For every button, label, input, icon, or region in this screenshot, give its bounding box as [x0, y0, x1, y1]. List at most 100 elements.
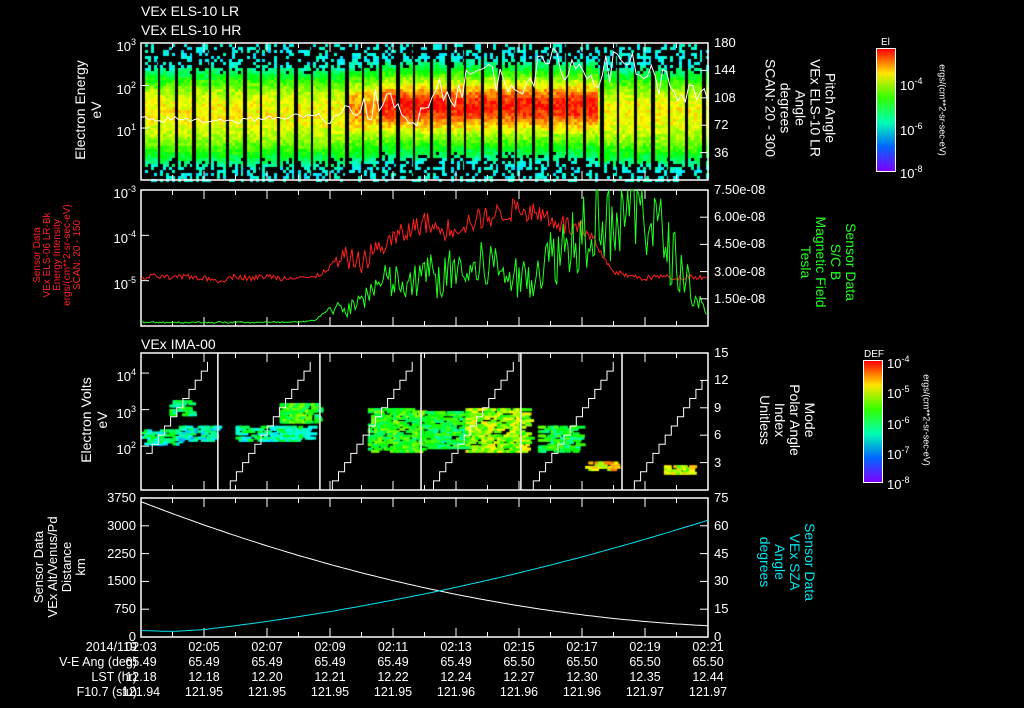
colorbar1-tick-label-exponent: -8: [914, 164, 923, 174]
right-tick-label-text: 36: [714, 144, 729, 160]
right-tick-label: 108: [714, 91, 736, 104]
right-tick-label-text: 75: [714, 490, 729, 505]
axis-title-line: VEx Alt/Venus/Pd: [45, 516, 60, 618]
colorbar1-tick-label: 10-8: [900, 163, 922, 180]
polar-angle-index-line: [224, 361, 311, 491]
right-tick-label-text: 6.00e-08: [714, 209, 766, 225]
table-cell: 121.96: [562, 685, 602, 699]
left-tick-label-text: 10: [116, 369, 131, 385]
table-row: F10.7 (sfu) 121.94 121.95 121.95 121.95 121.9…: [0, 685, 1024, 700]
left-tick-label: 10-5: [114, 274, 136, 291]
table-cell: 65.49: [251, 655, 283, 669]
right-tick-label: 6: [714, 428, 721, 441]
table-cell: 121.97: [625, 685, 665, 699]
panel1-title-hr: VEx ELS-10 HR: [141, 22, 242, 38]
table-cell: 02:21: [692, 640, 724, 654]
table-cell: 65.50: [629, 655, 661, 669]
right-tick-label-text: 9: [714, 399, 722, 415]
polar-angle-index-line: [326, 361, 413, 491]
colorbar1-tick-label-text: 10: [900, 78, 915, 94]
left-tick-label-exponent: -3: [127, 184, 136, 194]
right-tick-label-text: 12: [714, 372, 729, 388]
axis-title-line: Sensor Data: [843, 223, 859, 301]
magnetic-field-line: [140, 189, 707, 324]
table-cell: 02:17: [566, 640, 598, 654]
table-cell: 65.50: [692, 655, 724, 669]
panel4-right-axis-title: Sensor Data VEx SZA Angle degrees: [757, 523, 818, 601]
axis-title-line: SCAN: 20 - 150: [72, 219, 83, 291]
left-tick-label-exponent: 1: [130, 122, 136, 133]
axis-title-line: Distance: [59, 541, 74, 593]
left-tick-label: 104: [117, 366, 136, 383]
left-tick-label-text: 10: [113, 231, 128, 247]
colorbar1-tick-label: 10-4: [900, 75, 922, 92]
right-tick-label: 144: [714, 63, 736, 76]
right-tick-label-text: 108: [714, 89, 736, 105]
colorbar2-tick-label-exponent: -7: [901, 444, 910, 455]
p4-frame: [140, 497, 709, 638]
right-tick-label: 3.00e-08: [714, 265, 765, 278]
axis-title-line: Unitless: [757, 395, 773, 445]
left-tick-label-text: 10: [113, 186, 128, 201]
left-tick-label: 101: [117, 121, 136, 138]
panel3-left-axis-title: Electron Volts eV: [78, 377, 110, 463]
polar-angle-index-line: [427, 361, 514, 491]
left-tick-label-text: 10: [116, 39, 131, 54]
table-cell: 12.18: [125, 670, 157, 684]
table-cell: 02:11: [377, 640, 409, 654]
right-tick-label: 4.50e-08: [714, 237, 765, 250]
panel1-left-axis-title: Electron Energy eV: [72, 60, 104, 160]
axis-title-line: VEx ELS-10 LR: [807, 58, 824, 158]
panel3-title: VEx IMA-00: [141, 336, 216, 352]
left-tick-label-text: 10: [116, 405, 131, 421]
plot-page: VEx ELS-10 LR VEx ELS-10 HR VEx IMA-00 E…: [0, 0, 1024, 708]
right-tick-label: 15: [714, 346, 728, 359]
left-tick-label: 10-3: [114, 183, 136, 200]
table-cell: 121.95: [184, 685, 224, 699]
right-tick-label-text: 144: [714, 62, 736, 78]
axis-title-line: Angle: [792, 90, 809, 126]
colorbar1-units: ergs/(cm**2-sr-sec-eV): [937, 64, 948, 156]
colorbar2-tick-label: 10-6: [887, 414, 909, 431]
panel4-left-axis-title: Sensor Data VEx Alt/Venus/Pd Distance km: [31, 516, 88, 618]
pitch-angle-line: [140, 47, 709, 127]
table-cell: 65.49: [440, 655, 472, 669]
axis-title-line: eV: [88, 101, 104, 119]
left-tick-label-text: 10: [113, 276, 128, 292]
table-cell: 121.97: [688, 685, 728, 699]
table-cell: 121.96: [499, 685, 539, 699]
left-tick-label: 750: [114, 602, 136, 615]
right-tick-label-text: 180: [714, 35, 736, 50]
colorbar1-tick-label-exponent: -6: [914, 121, 923, 132]
panel1-title-lr: VEx ELS-10 LR: [141, 3, 240, 19]
right-tick-label-text: 30: [714, 573, 729, 589]
axis-title-line: Pitch Angle: [822, 72, 839, 144]
table-cell: 12.18: [188, 670, 220, 684]
right-tick-label: 72: [714, 118, 728, 131]
left-tick-label: 1500: [107, 574, 136, 587]
right-tick-label-text: 15: [714, 601, 729, 617]
polar-angle-index-line: [527, 361, 614, 491]
table-cell: 121.95: [373, 685, 413, 699]
table-cell: 02:07: [251, 640, 283, 654]
colorbar2-tick-label-text: 10: [887, 477, 902, 492]
colorbar1-tick-label-exponent: -4: [914, 76, 923, 87]
colorbar2-tick-label-text: 10: [887, 356, 902, 371]
left-tick-label: 3750: [107, 491, 136, 504]
left-tick-label-text: 10: [116, 124, 131, 140]
axis-title-line: Sensor Data: [802, 523, 818, 601]
colorbar2-tick-label: 10-4: [887, 353, 909, 370]
polar-angle-index-line: [146, 361, 208, 454]
right-tick-label-text: 1.50e-08: [714, 290, 766, 306]
table-cell: 12.24: [440, 670, 472, 684]
right-tick-label-text: 60: [714, 517, 729, 533]
table-cell: 12.30: [566, 670, 598, 684]
right-tick-label-text: 6: [714, 427, 722, 443]
p3-frame: [140, 352, 709, 491]
left-tick-label-text: 3750: [107, 490, 136, 505]
p2-frame: [140, 189, 709, 327]
right-tick-label: 45: [714, 547, 728, 560]
left-tick-label: 3000: [107, 519, 136, 532]
table-cell: 65.49: [125, 655, 157, 669]
colorbar1-tick-label-text: 10: [900, 166, 915, 181]
